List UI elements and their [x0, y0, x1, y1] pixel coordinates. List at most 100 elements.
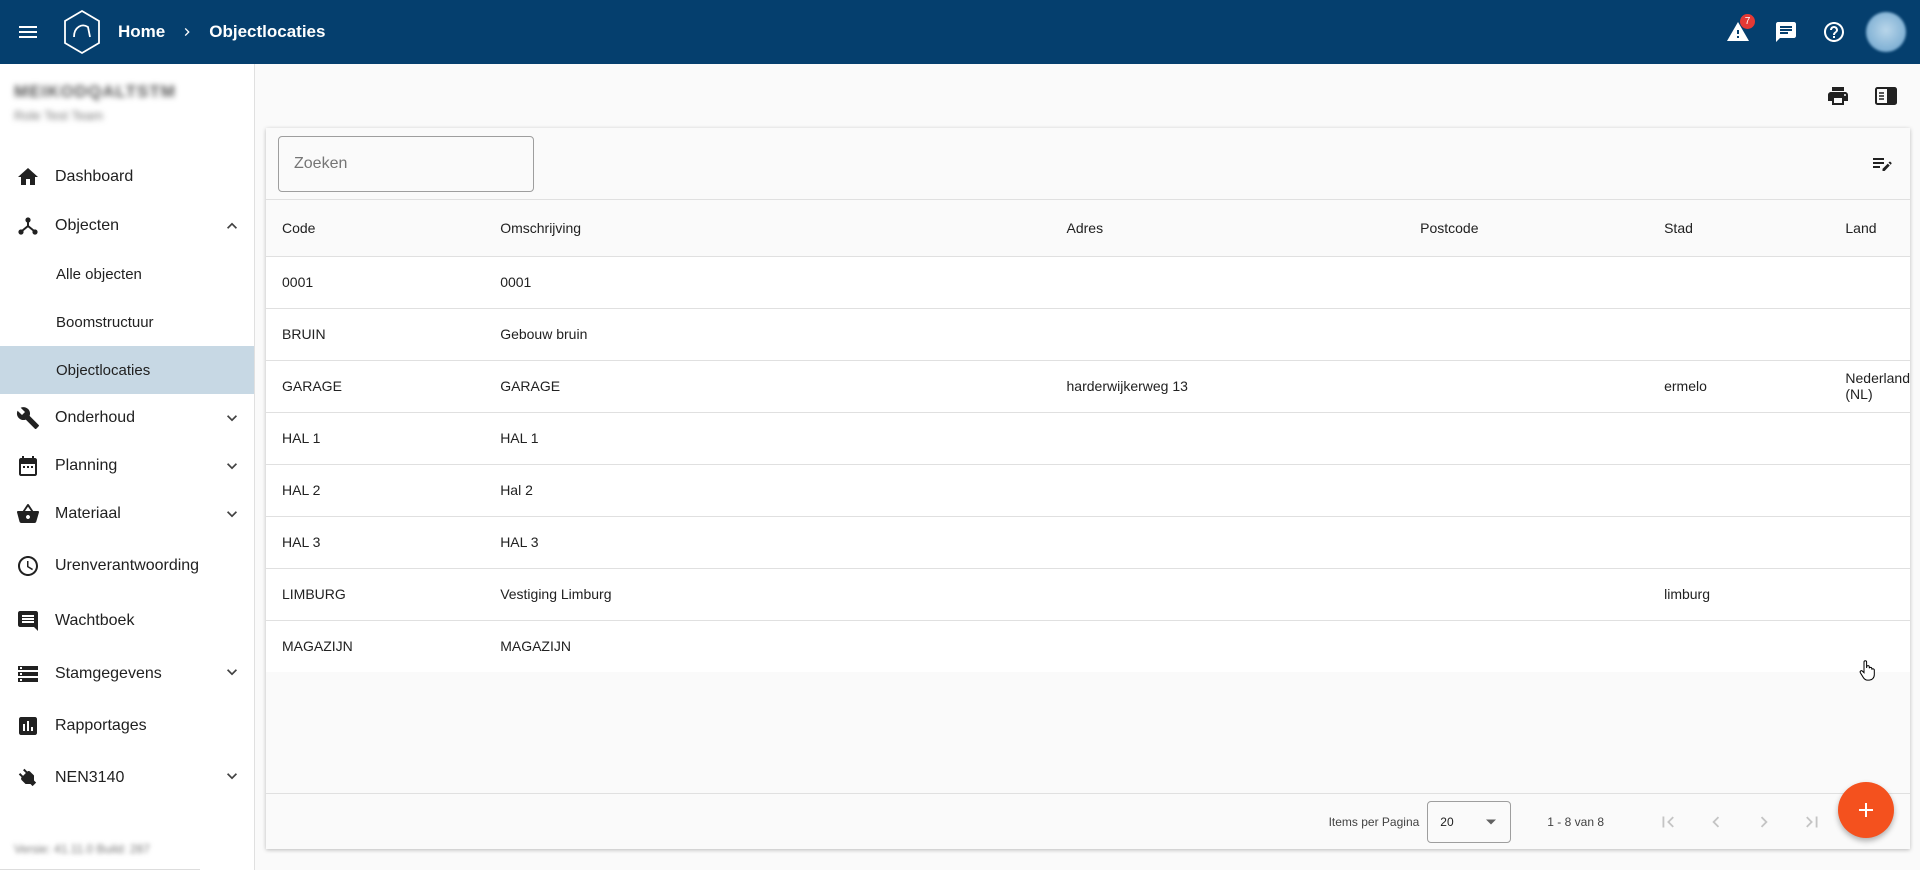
cell-postcode	[1420, 256, 1665, 309]
previous-page-button[interactable]	[1692, 798, 1740, 846]
column-header-code[interactable]: Code	[266, 200, 501, 257]
cell-adres	[1066, 308, 1421, 361]
sidebar-item-planning[interactable]: Planning	[0, 442, 254, 490]
avatar[interactable]	[1866, 12, 1906, 52]
column-header-postcode[interactable]: Postcode	[1420, 200, 1665, 257]
alerts-button[interactable]: 7	[1714, 8, 1762, 56]
sidebar-subitem-boomstructuur[interactable]: Boomstructuur	[0, 298, 254, 346]
sidebar-item-label: Onderhoud	[55, 409, 136, 426]
app-logo[interactable]	[62, 9, 102, 55]
cell-stad	[1664, 516, 1846, 569]
column-header-land[interactable]: Land	[1845, 200, 1910, 257]
sidebar-item-label: Wachtboek	[55, 612, 135, 629]
sidebar-subitem-label: Alle objecten	[56, 265, 142, 283]
cell-omschrijving: Gebouw bruin	[500, 308, 1067, 361]
clock-icon	[14, 552, 42, 580]
cell-land	[1845, 568, 1910, 621]
print-icon	[1828, 87, 1848, 105]
sidebar-item-nen3140[interactable]: NEN3140	[0, 752, 254, 804]
cell-land	[1845, 464, 1910, 517]
items-per-page-select[interactable]: 20	[1427, 800, 1512, 843]
first-page-button[interactable]	[1644, 798, 1692, 846]
last-page-button[interactable]	[1788, 798, 1836, 846]
cell-adres	[1066, 464, 1421, 517]
cell-omschrijving: MAGAZIJN	[500, 620, 1067, 672]
cell-stad	[1664, 620, 1846, 672]
table-row[interactable]: 0001 0001	[266, 256, 1910, 309]
table-row[interactable]: MAGAZIJN MAGAZIJN	[266, 620, 1910, 672]
user-info: MEIKODQALTSTM Role Test Team	[0, 64, 254, 152]
table-row[interactable]: HAL 1 HAL 1	[266, 412, 1910, 465]
table-row[interactable]: GARAGE GARAGE harderwijkerweg 13 ermelo …	[266, 360, 1910, 413]
home-icon	[14, 163, 42, 191]
edit-list-icon	[1873, 158, 1892, 171]
cell-stad	[1664, 464, 1846, 517]
cell-adres: harderwijkerweg 13	[1066, 360, 1421, 413]
sidebar-item-stamgegevens[interactable]: Stamgegevens	[0, 648, 254, 700]
version-info: Versie: 41.11.0 Build: 287	[14, 842, 150, 856]
sidebar-item-wachtboek[interactable]: Wachtboek	[0, 594, 254, 648]
cell-postcode	[1420, 412, 1665, 465]
plus-icon	[1859, 803, 1873, 817]
edit-columns-button[interactable]	[1870, 152, 1894, 176]
sidebar-subitem-alle-objecten[interactable]: Alle objecten	[0, 250, 254, 298]
dropdown-arrow-icon	[1486, 819, 1497, 824]
user-name: MEIKODQALTSTM	[14, 82, 176, 101]
cell-adres	[1066, 412, 1421, 465]
sidebar-item-onderhoud[interactable]: Onderhoud	[0, 394, 254, 442]
table-row[interactable]: HAL 2 Hal 2	[266, 464, 1910, 517]
side-panel-icon	[1875, 87, 1897, 105]
cell-land	[1845, 256, 1910, 309]
next-page-button[interactable]	[1740, 798, 1788, 846]
hub-icon	[14, 212, 42, 240]
sidebar-item-dashboard[interactable]: Dashboard	[0, 152, 254, 202]
help-button[interactable]	[1810, 8, 1858, 56]
plug-icon	[14, 764, 42, 792]
basket-icon	[14, 500, 42, 528]
sidebar-item-label: Materiaal	[55, 505, 121, 522]
column-header-omschrijving[interactable]: Omschrijving	[500, 200, 1067, 257]
chevron-down-icon	[222, 456, 242, 476]
wrench-icon	[14, 404, 42, 432]
search-input[interactable]	[278, 136, 534, 192]
paginator: Items per Pagina 20 1 - 8 van 8	[266, 793, 1910, 849]
cell-omschrijving: HAL 3	[500, 516, 1067, 569]
toggle-panel-button[interactable]	[1862, 80, 1910, 112]
cell-code: BRUIN	[266, 308, 501, 361]
table-row[interactable]: LIMBURG Vestiging Limburg limburg	[266, 568, 1910, 621]
alerts-badge: 7	[1740, 14, 1755, 29]
sidebar-item-rapportages[interactable]: Rapportages	[0, 700, 254, 752]
cell-adres	[1066, 256, 1421, 309]
cell-postcode	[1420, 620, 1665, 672]
column-header-adres[interactable]: Adres	[1066, 200, 1421, 257]
cell-code: HAL 2	[266, 464, 501, 517]
table-row[interactable]: BRUIN Gebouw bruin	[266, 308, 1910, 361]
sidebar-item-label: Objecten	[55, 217, 120, 234]
messages-button[interactable]	[1762, 8, 1810, 56]
sidebar-item-objecten[interactable]: Objecten	[0, 202, 254, 250]
cell-postcode	[1420, 464, 1665, 517]
cell-omschrijving: Hal 2	[500, 464, 1067, 517]
sidebar-item-label: Stamgegevens	[55, 665, 162, 682]
sidebar-item-materiaal[interactable]: Materiaal	[0, 490, 254, 538]
breadcrumb-home[interactable]: Home	[118, 22, 165, 42]
table-row[interactable]: HAL 3 HAL 3	[266, 516, 1910, 569]
storage-icon	[14, 660, 42, 688]
chevron-down-icon	[222, 504, 242, 524]
cell-code: 0001	[266, 256, 501, 309]
column-header-stad[interactable]: Stad	[1664, 200, 1846, 257]
sidebar-subitem-objectlocaties[interactable]: Objectlocaties	[0, 346, 254, 394]
cell-land: Nederland (NL)	[1845, 360, 1910, 413]
cell-stad	[1664, 256, 1846, 309]
comment-icon	[14, 607, 42, 635]
print-button[interactable]	[1814, 80, 1862, 112]
sidebar-item-urenverantwoording[interactable]: Urenverantwoording	[0, 538, 254, 594]
add-button[interactable]	[1838, 782, 1894, 838]
menu-button[interactable]	[0, 0, 56, 64]
chevron-up-icon	[222, 216, 242, 236]
chevron-down-icon	[222, 662, 242, 682]
cell-postcode	[1420, 516, 1665, 569]
cell-stad: ermelo	[1664, 360, 1846, 413]
help-icon	[1824, 22, 1844, 42]
cell-adres	[1066, 620, 1421, 672]
